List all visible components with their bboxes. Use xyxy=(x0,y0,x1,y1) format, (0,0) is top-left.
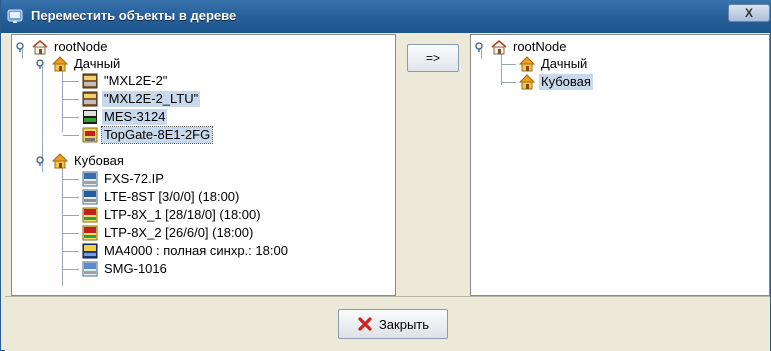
building-icon xyxy=(519,74,535,90)
tree-node-group-kubovaya[interactable]: Кубовая xyxy=(519,73,593,91)
tree-line xyxy=(63,197,79,198)
tree-node-device[interactable]: TopGate-8E1-2FG xyxy=(82,126,214,144)
window-close-button[interactable]: X xyxy=(728,4,770,22)
tree-line xyxy=(63,99,79,100)
tree-line xyxy=(63,251,79,252)
title-bar[interactable]: Переместить объекты в дереве X xyxy=(1,0,771,33)
tree-node-label: LTP-8X_2 [26/6/0] (18:00) xyxy=(104,225,254,240)
tree-line xyxy=(62,166,63,286)
tree-node-label: Кубовая xyxy=(539,74,593,90)
tree-node-device[interactable]: MES-3124 xyxy=(82,108,168,126)
tree-node-device[interactable]: FXS-72.IP xyxy=(82,170,166,188)
window-title: Переместить объекты в дереве xyxy=(31,8,237,23)
tree-line xyxy=(63,135,79,136)
dialog-window: Переместить объекты в дереве X rootNode … xyxy=(0,0,771,351)
tree-node-label: SMG-1016 xyxy=(104,261,167,276)
collapse-toggle-icon[interactable] xyxy=(16,42,26,52)
device-topgate-icon xyxy=(82,127,98,143)
tree-node-label: FXS-72.IP xyxy=(104,171,164,186)
tree-node-label: Дачный xyxy=(541,56,588,71)
action-column: => xyxy=(398,34,468,296)
collapse-toggle-icon[interactable] xyxy=(475,42,485,52)
tree-line xyxy=(63,269,79,270)
tree-node-device[interactable]: "MXL2E-2" xyxy=(82,72,169,90)
tree-node-group-dachny[interactable]: Дачный xyxy=(519,55,589,73)
tree-node-root[interactable]: rootNode xyxy=(475,38,568,56)
tree-node-label: LTE-8ST [3/0/0] (18:00) xyxy=(104,189,240,204)
device-ltp-icon xyxy=(82,225,98,241)
device-ltp-icon xyxy=(82,207,98,223)
tree-node-label: Кубовая xyxy=(74,153,124,168)
tree-node-label: rootNode xyxy=(54,39,108,54)
tree-line xyxy=(502,82,516,83)
tree-line xyxy=(502,64,516,65)
device-mxl-icon xyxy=(82,73,98,89)
tree-node-label: "MXL2E-2_LTU" xyxy=(102,91,201,107)
move-right-button[interactable]: => xyxy=(407,44,459,72)
close-icon xyxy=(358,317,372,331)
close-button[interactable]: Закрыть xyxy=(338,309,448,339)
tree-node-label: Дачный xyxy=(74,56,121,71)
tree-line xyxy=(63,179,79,180)
building-icon xyxy=(52,153,68,169)
source-tree-panel[interactable]: rootNode Дачный "MXL2E-2" "MXL2E-2_LTU" … xyxy=(11,34,396,296)
tree-node-device[interactable]: LTP-8X_1 [28/18/0] (18:00) xyxy=(82,206,263,224)
home-icon xyxy=(32,39,48,55)
tree-line xyxy=(63,117,79,118)
app-icon xyxy=(7,9,23,23)
building-icon xyxy=(519,56,535,72)
tree-node-label: MES-3124 xyxy=(102,109,168,125)
device-lte-icon xyxy=(82,189,98,205)
tree-node-label: LTP-8X_1 [28/18/0] (18:00) xyxy=(104,207,261,222)
device-smg-icon xyxy=(82,261,98,277)
device-ma-icon xyxy=(82,243,98,259)
device-mes-icon xyxy=(83,110,97,124)
tree-line xyxy=(63,81,79,82)
tree-node-group-dachny[interactable]: Дачный xyxy=(36,55,122,73)
close-button-label: Закрыть xyxy=(378,316,430,332)
dialog-content: rootNode Дачный "MXL2E-2" "MXL2E-2_LTU" … xyxy=(5,34,770,296)
tree-node-label: MA4000 : полная синхр.: 18:00 xyxy=(104,243,288,258)
tree-node-device[interactable]: LTP-8X_2 [26/6/0] (18:00) xyxy=(82,224,255,242)
tree-node-device[interactable]: LTE-8ST [3/0/0] (18:00) xyxy=(82,188,241,206)
target-tree-panel[interactable]: rootNode Дачный Кубовая xyxy=(470,34,770,296)
building-icon xyxy=(52,56,68,72)
tree-node-label: "MXL2E-2" xyxy=(104,73,168,88)
tree-node-group-kubovaya[interactable]: Кубовая xyxy=(36,152,126,170)
collapse-toggle-icon[interactable] xyxy=(36,59,46,69)
tree-line xyxy=(42,66,43,166)
device-mxl-icon xyxy=(82,91,98,107)
tree-node-device[interactable]: SMG-1016 xyxy=(82,260,169,278)
tree-node-device[interactable]: "MXL2E-2_LTU" xyxy=(82,90,201,108)
dialog-footer: Закрыть xyxy=(5,296,770,351)
home-icon xyxy=(491,39,507,55)
tree-node-root[interactable]: rootNode xyxy=(16,38,109,56)
tree-line xyxy=(63,233,79,234)
collapse-toggle-icon[interactable] xyxy=(36,156,46,166)
tree-node-device[interactable]: MA4000 : полная синхр.: 18:00 xyxy=(82,242,290,260)
tree-node-label: TopGate-8E1-2FG xyxy=(100,126,214,144)
device-tau-icon xyxy=(82,171,98,187)
tree-line xyxy=(63,215,79,216)
tree-node-label: rootNode xyxy=(513,39,567,54)
